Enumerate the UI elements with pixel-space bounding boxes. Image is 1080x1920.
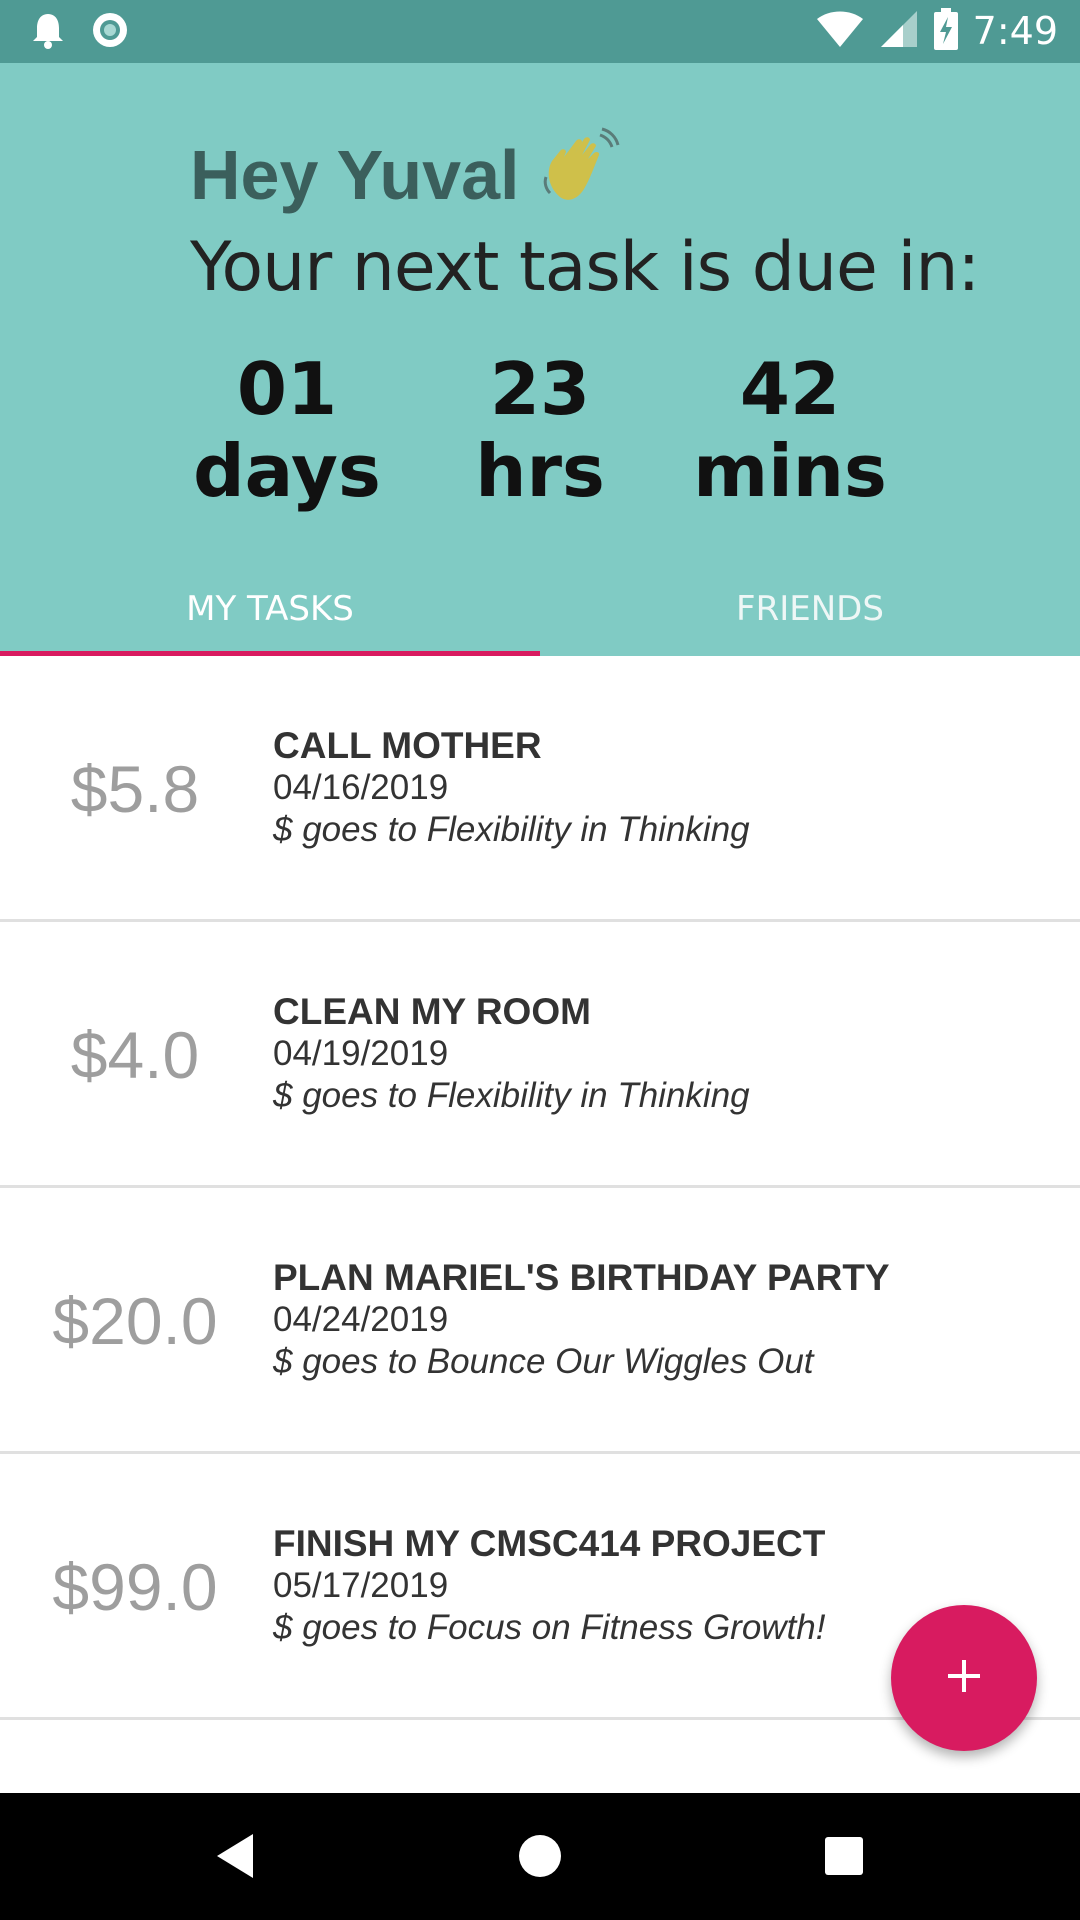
countdown-days: 01 days: [167, 348, 407, 512]
task-title: CALL MOTHER: [273, 725, 542, 766]
status-left-icons: [30, 10, 130, 54]
status-bar: 7:49: [0, 0, 1080, 63]
next-task-subtitle: Your next task is due in:: [190, 228, 980, 307]
greeting-text: Hey Yuval: [190, 136, 520, 214]
task-info: PLAN MARIEL'S BIRTHDAY PARTY 04/24/2019 …: [273, 1256, 890, 1384]
task-info: CLEAN MY ROOM 04/19/2019 $ goes to Flexi…: [273, 990, 750, 1118]
task-date: 04/19/2019: [273, 1034, 449, 1073]
task-row[interactable]: $5.8 CALL MOTHER 04/16/2019 $ goes to Fl…: [0, 656, 1080, 922]
home-circle-icon: [517, 1833, 563, 1884]
header-panel: Hey Yuval Your next task is due in: 01 d…: [0, 63, 1080, 656]
task-row[interactable]: $4.0 CLEAN MY ROOM 04/19/2019 $ goes to …: [0, 922, 1080, 1188]
home-button[interactable]: [505, 1823, 575, 1893]
task-amount: $5.8: [70, 752, 200, 826]
task-amount: $99.0: [52, 1550, 218, 1624]
recents-square-icon: [823, 1835, 865, 1882]
back-button[interactable]: [200, 1823, 270, 1893]
notification-bell-icon: [30, 10, 66, 55]
task-charity: $ goes to Focus on Fitness Growth!: [273, 1608, 826, 1647]
countdown-minutes: 42 mins: [670, 348, 910, 512]
task-title: CLEAN MY ROOM: [273, 991, 591, 1032]
countdown-days-unit: days: [193, 429, 381, 513]
countdown-hours-value: 23: [489, 347, 591, 431]
task-date: 04/16/2019: [273, 768, 449, 807]
battery-charging-icon: [933, 7, 959, 55]
plus-icon: [944, 1656, 984, 1701]
task-list: $5.8 CALL MOTHER 04/16/2019 $ goes to Fl…: [0, 656, 1080, 1720]
system-nav-bar: [0, 1793, 1080, 1920]
cell-signal-icon: [879, 9, 919, 54]
back-triangle-icon: [213, 1831, 257, 1886]
task-row[interactable]: $20.0 PLAN MARIEL'S BIRTHDAY PARTY 04/24…: [0, 1188, 1080, 1454]
wifi-icon: [815, 9, 865, 54]
task-date: 05/17/2019: [273, 1566, 449, 1605]
task-amount: $4.0: [70, 1018, 200, 1092]
countdown-hours-unit: hrs: [475, 429, 605, 513]
countdown-minutes-unit: mins: [693, 429, 887, 513]
task-info: FINISH MY CMSC414 PROJECT 05/17/2019 $ g…: [273, 1522, 825, 1650]
add-task-button[interactable]: [891, 1605, 1037, 1751]
greeting: Hey Yuval: [190, 127, 620, 223]
tab-my-tasks[interactable]: MY TASKS: [0, 563, 540, 655]
task-info: CALL MOTHER 04/16/2019 $ goes to Flexibi…: [273, 724, 750, 852]
task-title: FINISH MY CMSC414 PROJECT: [273, 1523, 826, 1564]
countdown: 01 days 23 hrs 42 mins: [0, 348, 1080, 528]
countdown-hours: 23 hrs: [420, 348, 660, 512]
recents-button[interactable]: [809, 1823, 879, 1893]
task-charity: $ goes to Flexibility in Thinking: [273, 810, 750, 849]
waving-hand-icon: [540, 127, 620, 223]
tab-friends[interactable]: FRIENDS: [540, 563, 1080, 655]
record-circle-icon: [90, 10, 130, 55]
countdown-days-value: 01: [236, 347, 338, 431]
task-charity: $ goes to Flexibility in Thinking: [273, 1076, 750, 1115]
task-title: PLAN MARIEL'S BIRTHDAY PARTY: [273, 1257, 890, 1298]
task-charity: $ goes to Bounce Our Wiggles Out: [273, 1342, 814, 1381]
countdown-minutes-value: 42: [739, 347, 841, 431]
task-date: 04/24/2019: [273, 1300, 449, 1339]
status-time: 7:49: [972, 9, 1058, 53]
task-amount: $20.0: [52, 1284, 218, 1358]
status-right-icons: 7:49: [815, 6, 1058, 56]
